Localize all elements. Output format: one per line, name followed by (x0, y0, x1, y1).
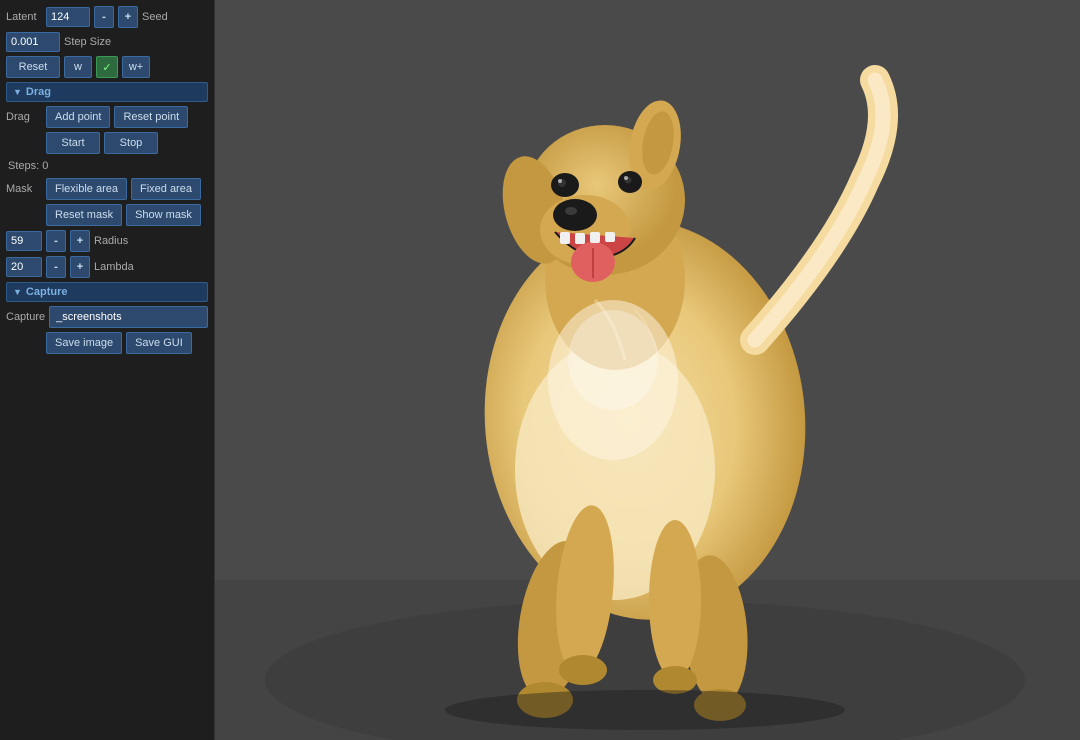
mask-controls-row: Reset mask Show mask (6, 204, 208, 226)
seed-label: Seed (142, 11, 168, 23)
reset-mask-btn[interactable]: Reset mask (46, 204, 122, 226)
steps-row: Steps: 0 (6, 158, 208, 174)
capture-label: Capture (6, 311, 45, 323)
drag-label: Drag (6, 111, 42, 123)
stop-btn[interactable]: Stop (104, 132, 158, 154)
sidebar: Latent - + Seed Step Size Reset w ✓ w+ ▼… (0, 0, 215, 740)
capture-section-header[interactable]: ▼ Capture (6, 282, 208, 302)
step-size-input[interactable] (6, 32, 60, 52)
capture-path-input[interactable] (49, 306, 208, 328)
latent-minus-btn[interactable]: - (94, 6, 114, 28)
drag-section-header[interactable]: ▼ Drag (6, 82, 208, 102)
show-mask-btn[interactable]: Show mask (126, 204, 201, 226)
latent-row: Latent - + Seed (6, 6, 208, 28)
radius-input[interactable] (6, 231, 42, 251)
reset-point-btn[interactable]: Reset point (114, 106, 188, 128)
start-stop-row: Start Stop (6, 132, 208, 154)
step-size-label: Step Size (64, 36, 111, 48)
lambda-input[interactable] (6, 257, 42, 277)
w-plus-btn[interactable]: w+ (122, 56, 150, 78)
drag-section-label: Drag (26, 86, 51, 98)
capture-path-row: Capture (6, 306, 208, 328)
drag-triangle-icon: ▼ (13, 87, 22, 97)
reset-btn[interactable]: Reset (6, 56, 60, 78)
capture-triangle-icon: ▼ (13, 287, 22, 297)
mask-area-row: Mask Flexible area Fixed area (6, 178, 208, 200)
dog-image (215, 0, 1080, 740)
radius-label: Radius (94, 235, 128, 247)
steps-text: Steps: 0 (8, 158, 48, 174)
lambda-label: Lambda (94, 261, 134, 273)
mask-label: Mask (6, 183, 42, 195)
lambda-row: - + Lambda (6, 256, 208, 278)
radius-plus-btn[interactable]: + (70, 230, 90, 252)
step-size-row: Step Size (6, 32, 208, 52)
w-check-btn[interactable]: ✓ (96, 56, 118, 78)
capture-section-label: Capture (26, 286, 68, 298)
w-btn[interactable]: w (64, 56, 92, 78)
start-btn[interactable]: Start (46, 132, 100, 154)
latent-label: Latent (6, 11, 42, 23)
lambda-minus-btn[interactable]: - (46, 256, 66, 278)
image-canvas[interactable] (215, 0, 1080, 740)
latent-plus-btn[interactable]: + (118, 6, 138, 28)
add-point-btn[interactable]: Add point (46, 106, 110, 128)
save-gui-btn[interactable]: Save GUI (126, 332, 192, 354)
flexible-area-btn[interactable]: Flexible area (46, 178, 127, 200)
radius-row: - + Radius (6, 230, 208, 252)
latent-input[interactable] (46, 7, 90, 27)
fixed-area-btn[interactable]: Fixed area (131, 178, 201, 200)
save-buttons-row: Save image Save GUI (6, 332, 208, 354)
radius-minus-btn[interactable]: - (46, 230, 66, 252)
main-canvas[interactable] (215, 0, 1080, 740)
reset-row: Reset w ✓ w+ (6, 56, 208, 78)
lambda-plus-btn[interactable]: + (70, 256, 90, 278)
save-image-btn[interactable]: Save image (46, 332, 122, 354)
drag-buttons-row: Drag Add point Reset point (6, 106, 208, 128)
